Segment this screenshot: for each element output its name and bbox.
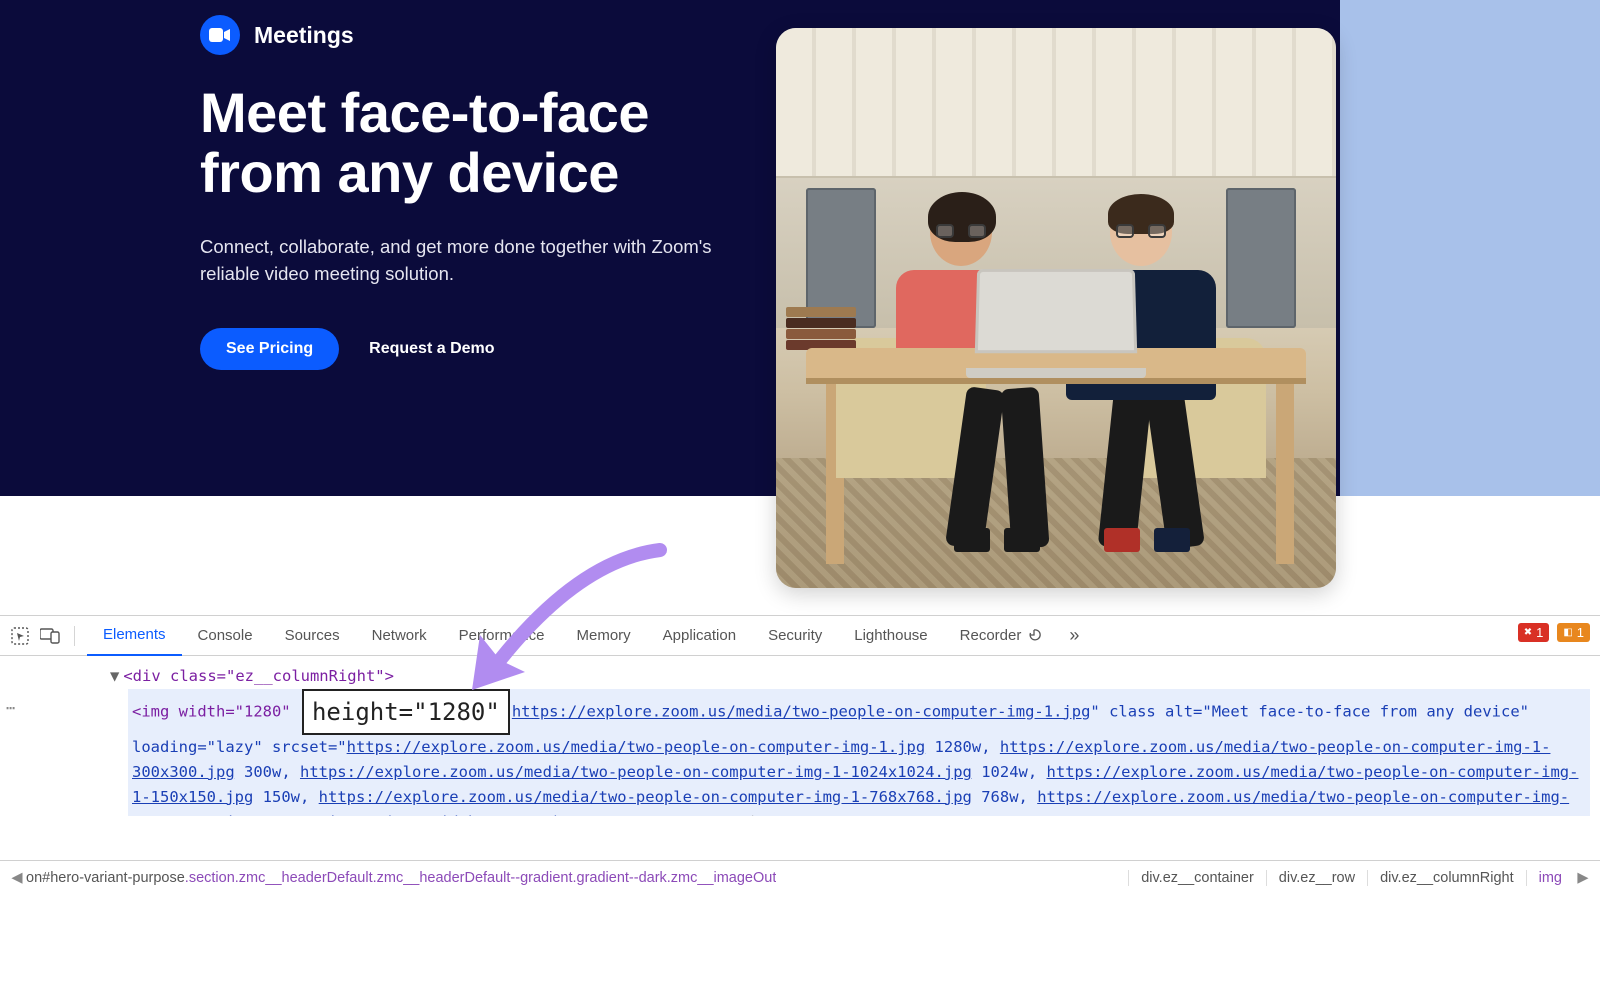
hero-image [776, 28, 1336, 588]
tab-recorder[interactable]: Recorder [944, 616, 1060, 656]
height-highlight: height="1280" [302, 689, 510, 735]
breadcrumb-seg-colright[interactable]: div.ez__columnRight [1367, 870, 1526, 886]
tab-console[interactable]: Console [182, 616, 269, 656]
tab-performance[interactable]: Performance [443, 616, 561, 656]
tab-memory[interactable]: Memory [561, 616, 647, 656]
devtools-tabs: Elements Console Sources Network Perform… [0, 616, 1600, 656]
tab-security[interactable]: Security [752, 616, 838, 656]
breadcrumb-prev[interactable]: ◀ [8, 870, 26, 886]
request-demo-link[interactable]: Request a Demo [369, 340, 494, 358]
elements-tree[interactable]: ⋯ ▼<div class="ez__columnRight"> <img wi… [0, 656, 1600, 816]
src-link-4[interactable]: https://explore.zoom.us/media/two-people… [300, 763, 972, 781]
tab-network[interactable]: Network [356, 616, 443, 656]
dom-breadcrumb: ◀ on#hero-variant-purpose.section.zmc__h… [0, 860, 1600, 894]
breadcrumb-next[interactable]: ▶ [1574, 870, 1592, 886]
device-toggle-icon[interactable] [40, 626, 60, 646]
devtools-panel: Elements Console Sources Network Perform… [0, 615, 1600, 860]
see-pricing-button[interactable]: See Pricing [200, 328, 339, 370]
tab-sources[interactable]: Sources [269, 616, 356, 656]
brand: Meetings [200, 15, 760, 55]
tab-elements[interactable]: Elements [87, 616, 182, 656]
error-badge[interactable]: 1 [1518, 623, 1550, 642]
breadcrumb-seg-container[interactable]: div.ez__container [1128, 870, 1266, 886]
src-link-6[interactable]: https://explore.zoom.us/media/two-people… [319, 788, 972, 806]
hero-subtitle: Connect, collaborate, and get more done … [200, 234, 720, 288]
hero-content: Meetings Meet face-to-face from any devi… [200, 15, 760, 370]
hero-section: Meetings Meet face-to-face from any devi… [0, 0, 1600, 615]
warning-badge[interactable]: 1 [1557, 623, 1590, 642]
hero-actions: See Pricing Request a Demo [200, 328, 760, 370]
hero-light-bg [1340, 0, 1600, 496]
breadcrumb-seg-row[interactable]: div.ez__row [1266, 870, 1367, 886]
inspect-icon[interactable] [10, 626, 30, 646]
tab-application[interactable]: Application [647, 616, 752, 656]
src-link-2[interactable]: https://explore.zoom.us/media/two-people… [347, 738, 926, 756]
breadcrumb-classes[interactable]: .section.zmc__headerDefault.zmc__headerD… [185, 870, 777, 886]
tabs-overflow[interactable]: » [1059, 625, 1089, 646]
hero-title: Meet face-to-face from any device [200, 83, 760, 204]
tab-lighthouse[interactable]: Lighthouse [838, 616, 943, 656]
breadcrumb-seg-img[interactable]: img [1526, 870, 1574, 886]
video-icon [200, 15, 240, 55]
breadcrumb-root[interactable]: on#hero-variant-purpose [26, 870, 185, 886]
overflow-dots[interactable]: ⋯ [6, 696, 17, 721]
src-link-1[interactable]: https://explore.zoom.us/media/two-people… [512, 703, 1091, 721]
brand-label: Meetings [254, 22, 354, 49]
